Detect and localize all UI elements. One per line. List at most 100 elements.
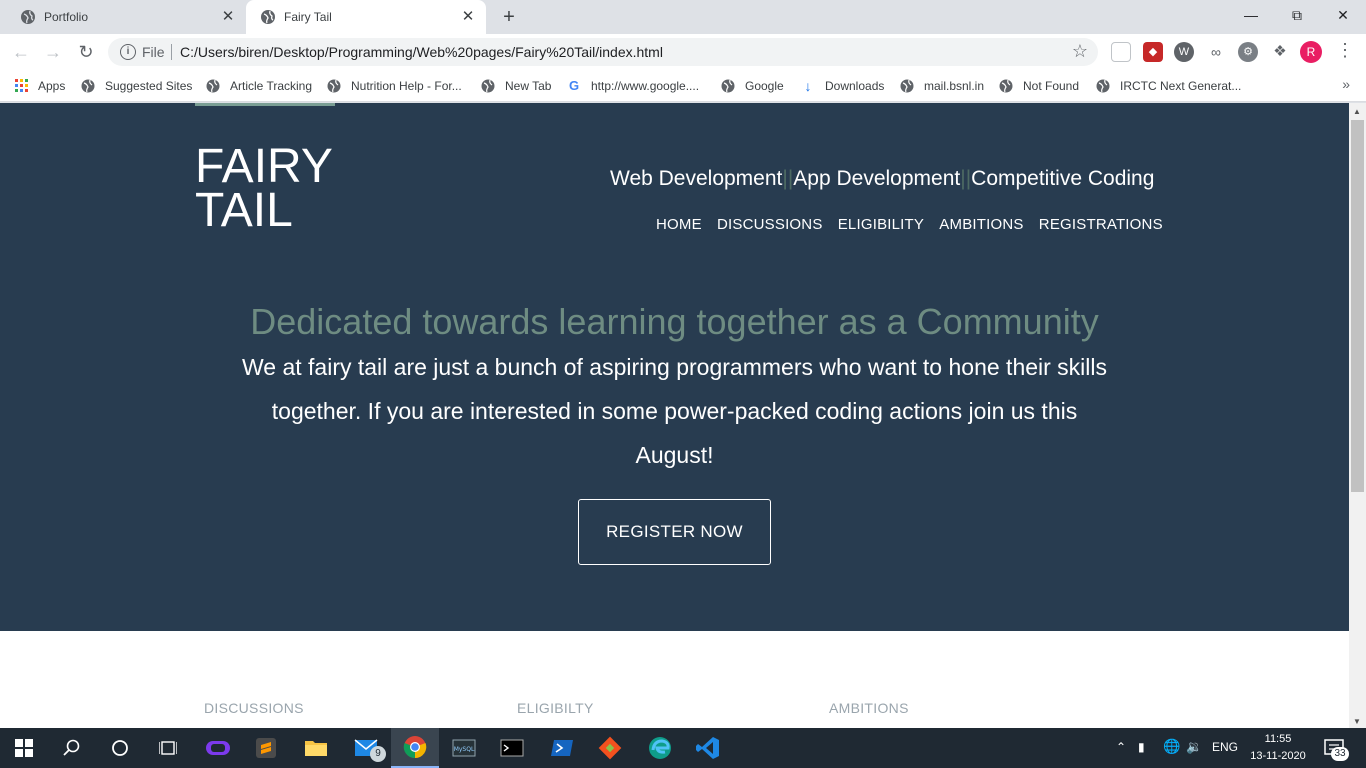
bookmark-label: IRCTC Next Generat... [1120, 79, 1242, 93]
bookmark-not-found[interactable]: Not Found [999, 76, 1079, 96]
tab-strip: Portfolio ✕ Fairy Tail ✕ + — ⧉ ✕ [0, 0, 1366, 34]
reload-icon[interactable]: ↻ [74, 40, 98, 64]
mail-badge: 9 [370, 746, 386, 762]
bookmark-article-tracking[interactable]: Article Tracking [206, 76, 312, 96]
download-icon: ↓ [804, 78, 812, 94]
bookmark-downloads[interactable]: ↓ Downloads [801, 76, 885, 96]
url-text[interactable]: C:/Users/biren/Desktop/Programming/Web%2… [180, 44, 663, 60]
search-icon[interactable] [48, 728, 96, 768]
address-bar[interactable]: i File C:/Users/biren/Desktop/Programmin… [108, 38, 1098, 66]
bookmark-label: Suggested Sites [105, 79, 193, 93]
bookmark-label: Downloads [825, 79, 885, 93]
section-ambitions: AMBITIONS [829, 700, 909, 716]
scroll-thumb[interactable] [1351, 120, 1364, 492]
windows-start-icon[interactable] [0, 728, 48, 768]
shield-extension-icon[interactable]: ◆ [1143, 42, 1163, 62]
globe-icon [81, 79, 95, 93]
bookmark-label: Not Found [1023, 79, 1080, 93]
bookmark-suggested-sites[interactable]: Suggested Sites [81, 76, 192, 96]
tagline: Web Development||App Development||Compet… [610, 167, 1154, 191]
mysql-workbench-icon[interactable]: MySQL [440, 728, 488, 768]
minimize-icon[interactable]: — [1228, 0, 1274, 30]
nav-ambitions[interactable]: AMBITIONS [939, 216, 1023, 233]
bookmark-label: Apps [38, 79, 66, 93]
game-app-icon[interactable] [194, 728, 242, 768]
bookmark-star-icon[interactable]: ☆ [1072, 41, 1088, 62]
w-extension-icon[interactable]: W [1174, 42, 1194, 62]
volume-icon[interactable]: 🔉 [1186, 739, 1202, 755]
accent-bar [195, 103, 335, 106]
puzzle-icon[interactable]: ❖ [1270, 42, 1290, 62]
cortana-icon[interactable] [96, 728, 144, 768]
globe-icon [481, 79, 495, 93]
powershell-icon[interactable] [538, 728, 586, 768]
gear-extension-icon[interactable]: ⚙ [1238, 42, 1258, 62]
section-eligibility: ELIGIBILTY [517, 700, 594, 716]
site-logo[interactable]: FAIRY TAIL [195, 143, 333, 237]
mail-icon[interactable]: 9 [342, 728, 390, 768]
logo-line: TAIL [195, 184, 293, 237]
chevron-up-icon[interactable]: ⌃ [1116, 740, 1126, 754]
nav-discussions[interactable]: DISCUSSIONS [717, 216, 823, 233]
hero-title: Dedicated towards learning together as a… [250, 301, 1099, 342]
task-view-icon[interactable] [144, 728, 192, 768]
close-icon[interactable]: ✕ [220, 9, 236, 25]
close-icon[interactable]: ✕ [460, 9, 476, 25]
new-tab-button[interactable]: + [498, 7, 520, 29]
tab-portfolio[interactable]: Portfolio ✕ [0, 0, 246, 34]
tab-fairy-tail[interactable]: Fairy Tail ✕ [246, 0, 486, 34]
svg-text:MySQL: MySQL [454, 746, 475, 753]
chevron-right-icon[interactable]: » [1342, 76, 1350, 92]
notification-badge: 33 [1331, 747, 1349, 761]
nav-registrations[interactable]: REGISTRATIONS [1039, 216, 1163, 233]
bookmark-irctc[interactable]: IRCTC Next Generat... [1096, 76, 1241, 96]
reader-extension-icon[interactable] [1111, 42, 1131, 62]
browser-toolbar: ← → ↻ i File C:/Users/biren/Desktop/Prog… [0, 34, 1366, 70]
back-icon[interactable]: ← [9, 40, 33, 64]
bookmark-apps[interactable]: Apps [15, 76, 65, 96]
forward-icon[interactable]: → [41, 40, 65, 64]
network-icon[interactable]: 🌐 [1163, 738, 1180, 755]
globe-icon [261, 10, 275, 24]
language-indicator[interactable]: ENG [1212, 740, 1238, 754]
scroll-down-icon[interactable]: ▼ [1353, 717, 1361, 726]
page-scrollbar[interactable]: ▲ ▼ [1349, 103, 1366, 728]
bookmark-google[interactable]: Google [721, 76, 784, 96]
restore-icon[interactable]: ⧉ [1274, 0, 1320, 30]
globe-icon [900, 79, 914, 93]
bookmark-new-tab[interactable]: New Tab [481, 76, 551, 96]
hero-description: We at fairy tail are just a bunch of asp… [241, 354, 1108, 468]
glasses-extension-icon[interactable]: ∞ [1206, 42, 1226, 62]
google-icon: G [568, 78, 580, 93]
clock[interactable]: 11:55 13-11-2020 [1244, 731, 1312, 765]
web-page: FAIRY TAIL Web Development||App Developm… [0, 103, 1349, 728]
edge-icon[interactable] [636, 728, 684, 768]
bookmark-label: Nutrition Help - For... [351, 79, 462, 93]
nav-home[interactable]: HOME [656, 216, 702, 233]
vscode-icon[interactable] [684, 728, 732, 768]
nav-eligibility[interactable]: ELIGIBILITY [838, 216, 924, 233]
profile-avatar[interactable]: R [1300, 41, 1322, 63]
register-now-button[interactable]: REGISTER NOW [578, 499, 771, 565]
scheme-label: File [142, 44, 165, 60]
terminal-icon[interactable] [488, 728, 536, 768]
tab-title: Portfolio [44, 10, 89, 24]
window-close-icon[interactable]: ✕ [1320, 0, 1366, 30]
menu-icon[interactable]: ⋮ [1336, 40, 1354, 61]
hero-section: FAIRY TAIL Web Development||App Developm… [0, 103, 1349, 631]
bookmark-mail-bsnl[interactable]: mail.bsnl.in [900, 76, 984, 96]
bookmark-label: New Tab [505, 79, 552, 93]
chrome-taskbar-icon[interactable] [391, 728, 439, 768]
globe-icon [1096, 79, 1110, 93]
sublime-text-icon[interactable] [242, 728, 290, 768]
battery-icon[interactable]: ▮ [1138, 740, 1145, 754]
file-explorer-icon[interactable] [292, 728, 340, 768]
bookmark-google-url[interactable]: G http://www.google.... [567, 76, 699, 96]
scroll-up-icon[interactable]: ▲ [1353, 107, 1361, 116]
git-icon[interactable] [586, 728, 634, 768]
tagline-separator: || [960, 167, 972, 190]
bookmark-label: mail.bsnl.in [924, 79, 985, 93]
bookmark-nutrition-help[interactable]: Nutrition Help - For... [327, 76, 462, 96]
clock-date: 13-11-2020 [1250, 750, 1306, 762]
info-icon[interactable]: i [120, 44, 136, 60]
